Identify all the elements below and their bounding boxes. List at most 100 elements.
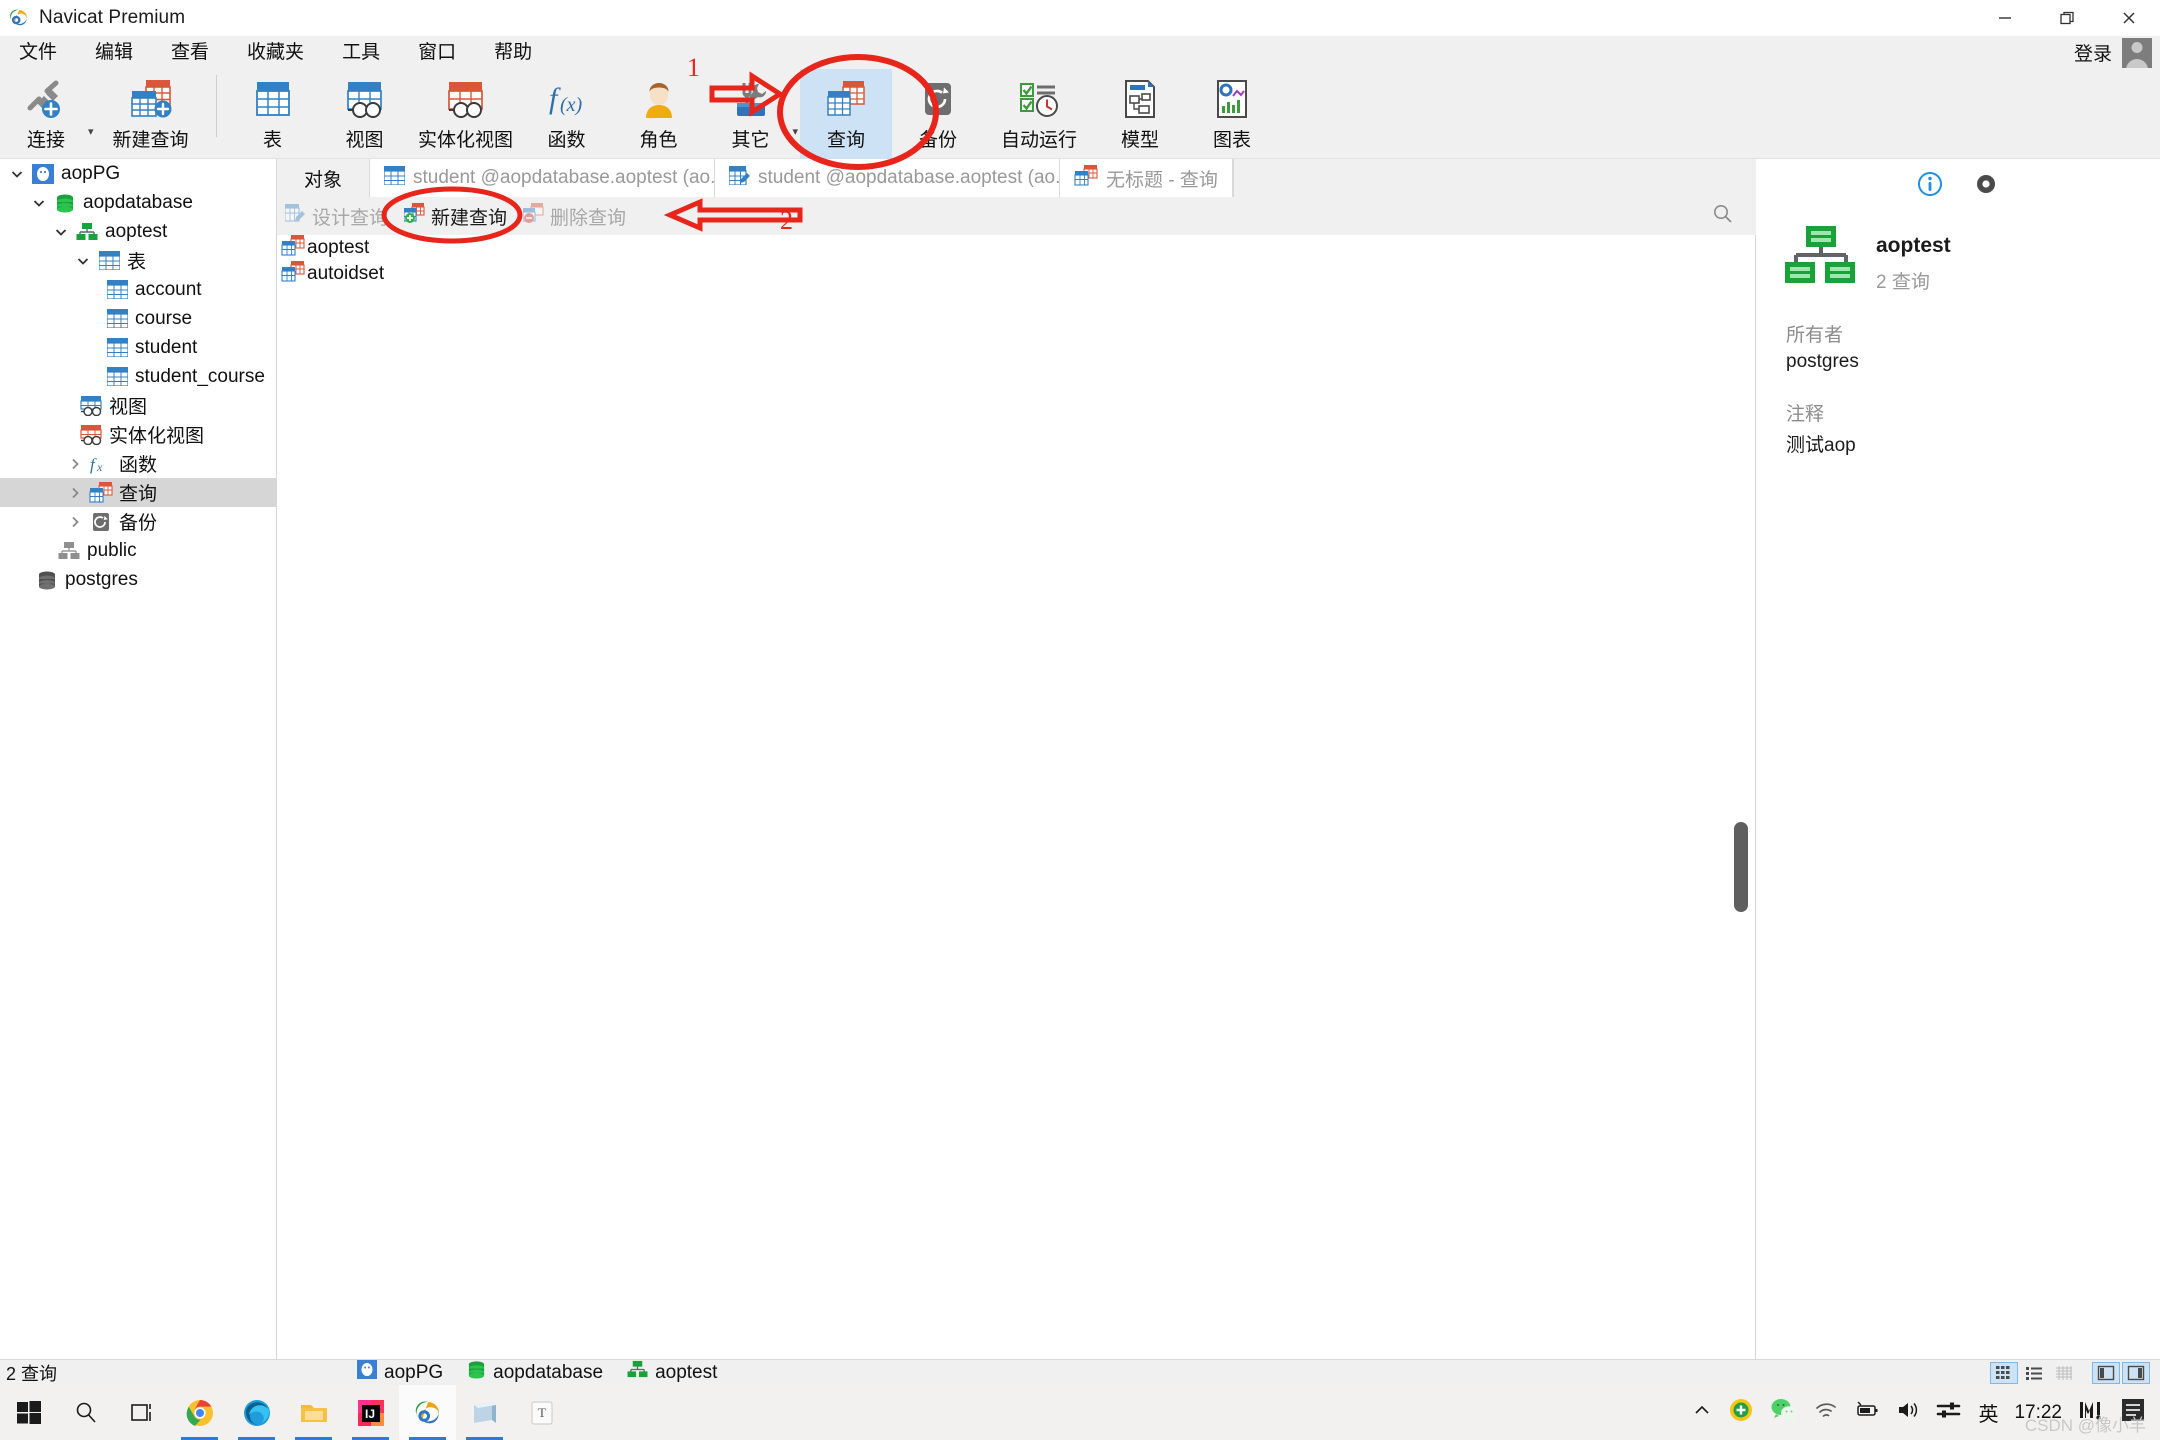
tree-node-aopdatabase[interactable]: aopdatabase [0, 188, 276, 217]
toolbar-table-button[interactable]: 表 [227, 69, 319, 159]
tab-student-design[interactable]: student @aopdatabase.aoptest (ao... [714, 159, 1059, 197]
menu-edit[interactable]: 编辑 [85, 36, 143, 69]
book-icon[interactable] [456, 1385, 513, 1440]
delete-query-button[interactable]: 删除查询 [515, 201, 634, 231]
breadcrumb-schema[interactable]: aoptest [627, 1360, 717, 1385]
taskbar-search-icon[interactable] [57, 1385, 114, 1440]
toolbar-query-button[interactable]: 查询 [800, 69, 893, 159]
menu-favorites[interactable]: 收藏夹 [237, 36, 314, 69]
taskbar-clock[interactable]: 17:22 [2014, 1402, 2062, 1424]
chevron-down-icon[interactable] [4, 167, 30, 181]
menu-view[interactable]: 查看 [161, 36, 219, 69]
security-shield-icon[interactable] [1728, 1397, 1754, 1428]
tree-node-postgres[interactable]: postgres [0, 565, 276, 594]
query-icon [88, 482, 114, 503]
chrome-icon[interactable] [171, 1385, 228, 1440]
windows-taskbar: IJ T 英 17:22 CSDN @像小羊 [0, 1385, 2160, 1440]
intellij-idea-icon[interactable]: IJ [342, 1385, 399, 1440]
login-button[interactable]: 登录 [2074, 39, 2112, 66]
edge-icon[interactable] [228, 1385, 285, 1440]
menu-help[interactable]: 帮助 [484, 36, 542, 69]
wifi-icon[interactable] [1814, 1399, 1838, 1426]
task-view-icon[interactable] [114, 1385, 171, 1440]
tree-node-student[interactable]: student [0, 333, 276, 362]
tree-node-queries[interactable]: 查询 [0, 478, 276, 507]
right-pane-toggle[interactable] [2122, 1361, 2150, 1384]
tree-node-aoptest[interactable]: aoptest [0, 217, 276, 246]
chevron-down-icon[interactable] [48, 225, 74, 239]
chevron-down-icon[interactable] [26, 196, 52, 210]
preview-eye-icon[interactable] [1973, 171, 1999, 202]
menu-window[interactable]: 窗口 [408, 36, 466, 69]
typora-icon[interactable]: T [513, 1385, 570, 1440]
toolbar-other-button[interactable]: 其它 [705, 69, 797, 159]
postgres-server-icon [357, 1360, 378, 1385]
toolbar-query-label: 查询 [827, 130, 866, 151]
note-icon[interactable] [2120, 1398, 2146, 1427]
action-center-icon[interactable] [1936, 1400, 1962, 1425]
toolbar-view-button[interactable]: 视图 [319, 69, 411, 159]
user-avatar-icon[interactable] [2122, 37, 2152, 68]
tree-node-views[interactable]: 视图 [0, 391, 276, 420]
chevron-right-icon[interactable] [62, 515, 88, 529]
tree-node-aoppg[interactable]: aopPG [0, 159, 276, 188]
info-circle-icon[interactable] [1917, 171, 1943, 202]
table-icon [104, 309, 130, 328]
ime-indicator[interactable]: 英 [1978, 1398, 1998, 1427]
chevron-right-icon[interactable] [62, 457, 88, 471]
tab-untitled-query[interactable]: 无标题 - 查询 [1059, 159, 1233, 197]
restore-icon[interactable] [2036, 0, 2098, 36]
volume-icon[interactable] [1896, 1399, 1920, 1426]
new-query-button[interactable]: 新建查询 [396, 201, 515, 231]
tree-node-course[interactable]: course [0, 304, 276, 333]
tree-node-functions[interactable]: fx 函数 [0, 449, 276, 478]
function-icon: f (x) [543, 74, 591, 123]
chevron-right-icon[interactable] [62, 486, 88, 500]
list-view-button[interactable] [2020, 1362, 2048, 1384]
battery-icon[interactable] [1854, 1400, 1880, 1425]
tree-node-materialized-views[interactable]: 实体化视图 [0, 420, 276, 449]
navicat-logo-icon[interactable] [399, 1385, 456, 1440]
toolbar-role-button[interactable]: 角色 [613, 69, 705, 159]
list-item[interactable]: aoptest [277, 235, 1755, 261]
tab-student-data[interactable]: student @aopdatabase.aoptest (ao... [369, 159, 714, 197]
close-icon[interactable] [2098, 0, 2160, 36]
toolbar-new-query-button[interactable]: 新建查询 [96, 69, 206, 159]
toolbar-chart-button[interactable]: 图表 [1186, 69, 1278, 159]
file-explorer-icon[interactable] [285, 1385, 342, 1440]
detail-view-button[interactable] [2050, 1362, 2078, 1384]
toolbar-automation-button[interactable]: 自动运行 [984, 69, 1094, 159]
wechat-icon[interactable] [1770, 1397, 1798, 1428]
left-pane-toggle[interactable] [2092, 1361, 2120, 1384]
chevron-down-icon[interactable] [70, 254, 96, 268]
breadcrumb-database[interactable]: aopdatabase [467, 1360, 603, 1385]
tree-node-public[interactable]: public [0, 536, 276, 565]
music-player-icon[interactable] [2078, 1398, 2104, 1427]
menu-file[interactable]: 文件 [9, 36, 67, 69]
tree-node-account[interactable]: account [0, 275, 276, 304]
object-tree-sidebar[interactable]: aopPG aopdatabase aoptest 表 account cour… [0, 159, 277, 1359]
toolbar-table-label: 表 [263, 130, 283, 151]
tree-node-student-course[interactable]: student_course [0, 362, 276, 391]
toolbar-materialized-view-button[interactable]: 实体化视图 [411, 69, 521, 159]
grid-view-button[interactable] [1990, 1361, 2018, 1384]
menu-bar: 文件 编辑 查看 收藏夹 工具 窗口 帮助 登录 [0, 36, 2160, 69]
design-query-button[interactable]: 设计查询 [277, 201, 396, 231]
toolbar-backup-button[interactable]: 备份 [892, 69, 984, 159]
vertical-scrollbar-thumb[interactable] [1734, 822, 1748, 912]
chevron-up-icon[interactable] [1692, 1400, 1712, 1425]
info-pane-header: aoptest 2 查询 [1756, 202, 2160, 294]
tree-node-tables[interactable]: 表 [0, 246, 276, 275]
menu-tools[interactable]: 工具 [332, 36, 390, 69]
object-search-button[interactable] [1712, 203, 1756, 230]
tab-objects[interactable]: 对象 [277, 159, 369, 197]
query-list[interactable]: aoptest autoidset [277, 235, 1756, 1359]
toolbar-connection-button[interactable]: 连接 [0, 69, 92, 159]
list-item[interactable]: autoidset [277, 260, 1755, 287]
tree-node-backups[interactable]: 备份 [0, 507, 276, 536]
toolbar-function-button[interactable]: f (x) 函数 [521, 69, 613, 159]
minimize-icon[interactable] [1974, 0, 2036, 36]
breadcrumb-connection[interactable]: aopPG [357, 1360, 443, 1385]
toolbar-model-button[interactable]: 模型 [1094, 69, 1186, 159]
windows-start-icon[interactable] [0, 1385, 57, 1440]
